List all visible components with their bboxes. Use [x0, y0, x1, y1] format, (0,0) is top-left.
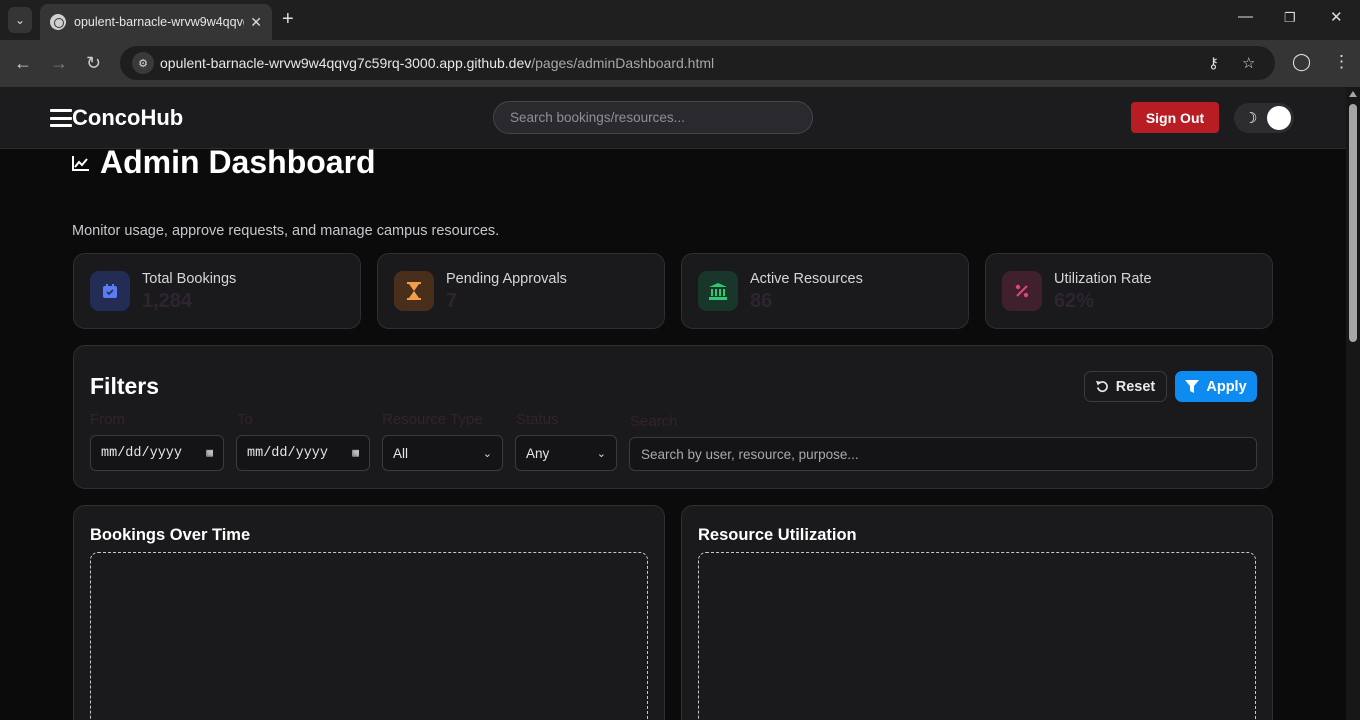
calendar-picker-icon[interactable]: ▦ — [206, 446, 213, 460]
resource-type-select[interactable]: All ⌄ — [382, 435, 503, 471]
from-label: From — [90, 411, 125, 428]
menu-icon[interactable]: ⋮ — [1333, 52, 1350, 72]
percent-icon — [1002, 271, 1042, 311]
page-title: Admin Dashboard — [72, 149, 376, 181]
status-select[interactable]: Any ⌄ — [515, 435, 617, 471]
search-label: Search — [630, 413, 678, 430]
header-search-input[interactable] — [493, 101, 813, 134]
from-date-input[interactable]: mm/dd/yyyy ▦ — [90, 435, 224, 471]
reset-label: Reset — [1115, 378, 1156, 395]
brand-logo[interactable]: ConcoHub — [72, 105, 183, 131]
chart-line-icon — [72, 155, 89, 171]
to-date-value: mm/dd/yyyy — [247, 445, 329, 461]
browser-tab[interactable]: opulent-barnacle-wrvw9w4qqvg ✕ — [40, 4, 272, 40]
stat-card-pending-approvals: Pending Approvals 7 — [377, 253, 665, 329]
panel-title: Bookings Over Time — [90, 526, 251, 544]
tab-title: opulent-barnacle-wrvw9w4qqvg — [74, 15, 244, 29]
stat-label: Utilization Rate — [1054, 271, 1152, 287]
to-label: To — [237, 411, 253, 428]
resource-utilization-panel: Resource Utilization — [681, 505, 1273, 720]
close-icon[interactable]: ✕ — [250, 14, 262, 31]
stat-value: 62% — [1054, 290, 1095, 312]
stat-card-total-bookings: Total Bookings 1,284 — [73, 253, 361, 329]
page-subtitle: Monitor usage, approve requests, and man… — [72, 223, 500, 239]
reload-icon[interactable]: ↻ — [86, 52, 101, 74]
filter-icon — [1185, 380, 1200, 393]
stat-label: Total Bookings — [142, 271, 237, 287]
hamburger-menu-icon[interactable] — [50, 109, 72, 127]
from-date-value: mm/dd/yyyy — [101, 445, 183, 461]
stat-label: Active Resources — [750, 271, 863, 287]
hourglass-icon — [394, 271, 434, 311]
resource-type-label: Resource Type — [382, 411, 483, 428]
window-close-icon[interactable]: ✕ — [1330, 8, 1343, 26]
forward-icon[interactable]: → — [50, 52, 68, 74]
utilization-chart-placeholder — [698, 552, 1256, 720]
filters-panel: Filters Reset Apply From To Resource Typ… — [73, 345, 1273, 489]
url-text: opulent-barnacle-wrvw9w4qqvg7c59rq-3000.… — [160, 55, 715, 71]
browser-tabstrip: ⌄ opulent-barnacle-wrvw9w4qqvg ✕ + — ❐ ✕ — [0, 0, 1360, 40]
theme-toggle[interactable]: ☽ — [1234, 103, 1294, 133]
calendar-picker-icon[interactable]: ▦ — [352, 446, 359, 460]
status-label: Status — [516, 411, 559, 428]
undo-icon — [1095, 380, 1108, 393]
resource-type-value: All — [393, 445, 409, 461]
stat-value: 86 — [750, 290, 773, 312]
calendar-icon — [90, 271, 130, 311]
browser-toolbar: ← → ↻ ⚙ opulent-barnacle-wrvw9w4qqvg7c59… — [0, 40, 1360, 87]
filters-title: Filters — [90, 373, 160, 399]
stat-card-active-resources: Active Resources 86 — [681, 253, 969, 329]
stat-card-utilization-rate: Utilization Rate 62% — [985, 253, 1273, 329]
status-value: Any — [526, 445, 550, 461]
stat-label: Pending Approvals — [446, 271, 567, 287]
key-icon[interactable]: ⚷ — [1208, 54, 1219, 72]
to-date-input[interactable]: mm/dd/yyyy ▦ — [236, 435, 370, 471]
panel-title: Resource Utilization — [698, 526, 857, 544]
building-icon — [698, 271, 738, 311]
page-scrollbar[interactable] — [1346, 87, 1360, 720]
scroll-up-icon[interactable] — [1349, 91, 1357, 97]
page-heading: Admin Dashboard — [100, 149, 376, 180]
back-icon[interactable]: ← — [14, 52, 32, 74]
minimize-icon[interactable]: — — [1238, 8, 1253, 25]
chevron-down-icon: ⌄ — [482, 447, 492, 460]
bookings-over-time-panel: Bookings Over Time — [73, 505, 665, 720]
apply-label: Apply — [1206, 378, 1247, 395]
sign-out-button[interactable]: Sign Out — [1131, 102, 1219, 133]
scrollbar-thumb[interactable] — [1349, 104, 1357, 342]
address-bar[interactable]: ⚙ opulent-barnacle-wrvw9w4qqvg7c59rq-300… — [120, 46, 1275, 80]
new-tab-icon[interactable]: + — [282, 8, 294, 30]
reset-button[interactable]: Reset — [1084, 371, 1167, 402]
main-content: Admin Dashboard Monitor usage, approve r… — [0, 149, 1346, 720]
filter-search-input[interactable] — [629, 437, 1257, 471]
moon-icon: ☽ — [1244, 110, 1258, 127]
maximize-icon[interactable]: ❐ — [1284, 10, 1296, 26]
site-info-icon[interactable]: ⚙ — [132, 52, 154, 74]
profile-icon[interactable]: ◯ — [1292, 52, 1311, 72]
stat-value: 1,284 — [142, 290, 193, 312]
tab-list-icon[interactable]: ⌄ — [8, 7, 32, 33]
star-icon[interactable]: ☆ — [1242, 54, 1255, 72]
apply-button[interactable]: Apply — [1175, 371, 1257, 402]
stat-value: 7 — [446, 290, 458, 312]
favicon-icon — [50, 14, 66, 30]
chevron-down-icon: ⌄ — [596, 447, 606, 460]
app-header: ConcoHub Sign Out ☽ — [0, 87, 1346, 149]
bookings-chart-placeholder — [90, 552, 648, 720]
toggle-knob — [1267, 106, 1291, 130]
